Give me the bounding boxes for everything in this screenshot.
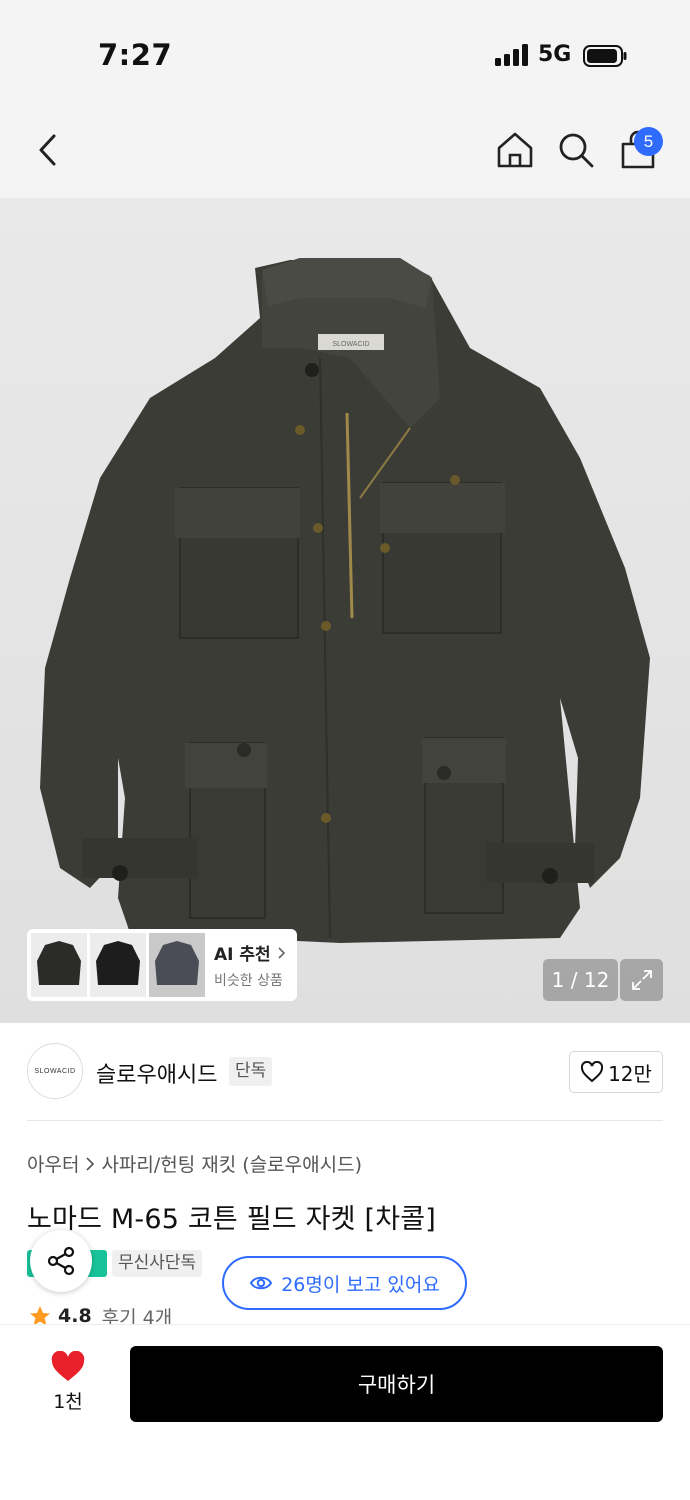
brand-logo[interactable]: SLOWACID: [27, 1043, 83, 1099]
jacket-image: SLOWACID: [40, 258, 650, 943]
product-like-count: 1천: [53, 1391, 83, 1413]
ai-thumbnail-2: [90, 933, 146, 997]
heart-filled-icon: [51, 1351, 85, 1381]
ai-recommend-card[interactable]: AI 추천 비슷한 상품: [27, 929, 297, 1001]
eye-icon: [250, 1276, 273, 1290]
breadcrumb-subcategory[interactable]: 사파리/헌팅 재킷 (슬로우애시드): [101, 1150, 362, 1177]
breadcrumb-category[interactable]: 아우터: [27, 1150, 79, 1177]
brand-row: SLOWACID 슬로우애시드 단독 12만: [27, 1043, 663, 1101]
divider: [27, 1120, 663, 1121]
bottom-action-bar: 1천 구매하기: [0, 1324, 690, 1500]
status-time: 7:27: [98, 38, 173, 72]
home-button[interactable]: [491, 124, 539, 176]
image-counter: 1 / 12: [543, 959, 618, 1001]
ai-recommend-title: AI 추천: [214, 945, 271, 965]
cart-count-badge: 5: [634, 127, 663, 156]
ai-thumbnail-3: [149, 933, 205, 997]
product-image-gallery[interactable]: SLOWACID AI 추천 비슷한 상품 1 / 12: [0, 198, 690, 1023]
search-icon: [559, 133, 594, 168]
exclusive-badge: 무신사단독: [112, 1250, 203, 1277]
signal-icon: [495, 44, 528, 66]
brand-like-count: 12만: [608, 1061, 652, 1086]
share-button[interactable]: [30, 1230, 92, 1292]
share-icon: [47, 1246, 75, 1276]
expand-image-button[interactable]: [620, 959, 663, 1001]
expand-icon: [631, 970, 652, 990]
chevron-right-icon: [86, 1156, 95, 1171]
jacket-label-text: SLOWACID: [332, 341, 369, 348]
ai-thumbnail-1: [31, 933, 87, 997]
breadcrumb: 아우터 사파리/헌팅 재킷 (슬로우애시드): [27, 1150, 362, 1177]
brand-name[interactable]: 슬로우애시드: [96, 1057, 217, 1089]
buy-button[interactable]: 구매하기: [130, 1346, 663, 1422]
brand-exclusive-tag: 단독: [229, 1057, 273, 1086]
chevron-right-icon: [278, 946, 285, 959]
chevron-left-icon: [39, 134, 56, 166]
top-navigation: [0, 100, 690, 198]
heart-outline-icon: [581, 1061, 604, 1083]
home-icon: [497, 132, 533, 168]
status-bar: 7:27 5G: [0, 0, 690, 100]
product-title: 노마드 M-65 코튼 필드 자켓 [차콜]: [27, 1204, 437, 1235]
battery-icon: [583, 45, 627, 67]
network-type: 5G: [538, 42, 572, 67]
brand-like-button[interactable]: 12만: [569, 1051, 663, 1093]
product-like-button[interactable]: 1천: [35, 1351, 101, 1421]
viewers-text: 26명이 보고 있어요: [281, 1273, 440, 1296]
viewers-pill[interactable]: 26명이 보고 있어요: [222, 1256, 467, 1310]
back-button[interactable]: [24, 124, 72, 176]
search-button[interactable]: [552, 124, 600, 176]
ai-recommend-subtitle: 비슷한 상품: [214, 973, 283, 989]
